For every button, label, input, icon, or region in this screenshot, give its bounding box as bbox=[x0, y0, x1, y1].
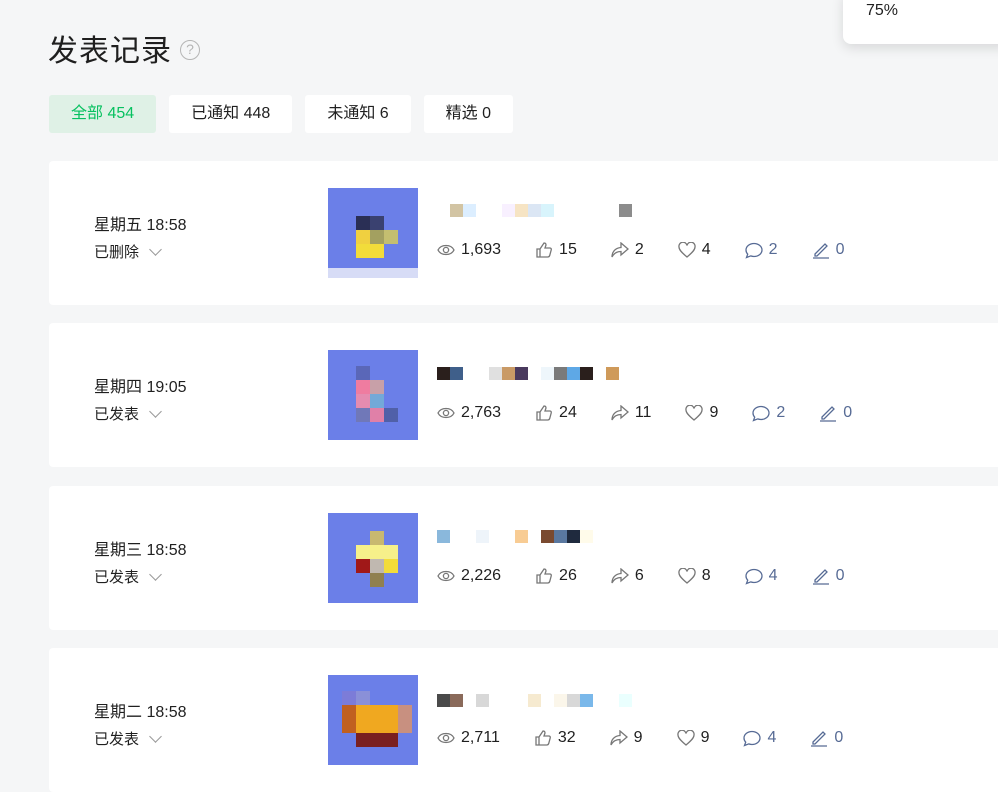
favorites-count: 9 bbox=[700, 729, 710, 746]
post-title[interactable] bbox=[437, 204, 632, 217]
post-title[interactable] bbox=[437, 694, 632, 707]
post-status-label: 已发表 bbox=[94, 406, 140, 423]
post-stats: 2,763 24 11 9 2 0 bbox=[437, 404, 886, 422]
eye-icon bbox=[437, 244, 455, 256]
notes-count: 0 bbox=[843, 404, 853, 421]
post-meta: 星期二 18:58 已发表 bbox=[94, 698, 187, 749]
post-status[interactable]: 已发表 bbox=[94, 403, 187, 424]
likes-count: 32 bbox=[557, 729, 576, 746]
views-count: 2,226 bbox=[461, 567, 502, 584]
comments-count: 2 bbox=[776, 404, 786, 421]
post-stats: 2,226 26 6 8 4 0 bbox=[437, 567, 878, 585]
share-icon bbox=[611, 568, 629, 584]
post-status-label: 已发表 bbox=[94, 569, 140, 586]
post-thumbnail[interactable] bbox=[328, 675, 418, 765]
views-count: 1,693 bbox=[461, 241, 502, 258]
chevron-down-icon bbox=[149, 242, 162, 256]
favorites-count: 9 bbox=[709, 404, 719, 421]
post-date: 星期二 18:58 bbox=[94, 704, 187, 721]
post-date: 星期五 18:58 bbox=[94, 217, 187, 234]
likes-count: 15 bbox=[559, 241, 577, 258]
shares-count: 2 bbox=[634, 241, 644, 258]
heart-icon bbox=[678, 568, 696, 584]
chevron-down-icon bbox=[149, 404, 162, 418]
comment-icon bbox=[745, 242, 763, 259]
pencil-icon bbox=[812, 569, 829, 585]
post-title[interactable] bbox=[437, 367, 619, 380]
comments-count: 2 bbox=[768, 241, 778, 258]
share-icon bbox=[611, 242, 629, 258]
views-count: 2,763 bbox=[461, 404, 502, 421]
post-stats: 1,693 15 2 4 2 0 bbox=[437, 241, 878, 259]
post-meta: 星期三 18:58 已发表 bbox=[94, 536, 187, 587]
favorites-count: 4 bbox=[701, 241, 711, 258]
post-status-label: 已删除 bbox=[94, 244, 140, 261]
post-card[interactable]: 星期二 18:58 已发表 2,711 32 9 9 4 0 bbox=[49, 648, 998, 792]
zoom-level: 75% bbox=[866, 2, 899, 19]
question-circle-icon[interactable]: ? bbox=[180, 40, 200, 60]
notes-count: 0 bbox=[834, 729, 844, 746]
comments-count: 4 bbox=[768, 567, 778, 584]
likes-count: 24 bbox=[559, 404, 577, 421]
thumbs-up-icon bbox=[536, 405, 552, 421]
pencil-icon bbox=[812, 243, 829, 259]
post-thumbnail[interactable] bbox=[328, 350, 418, 440]
post-title[interactable] bbox=[437, 530, 593, 543]
post-thumbnail[interactable] bbox=[328, 513, 418, 603]
views-count: 2,711 bbox=[461, 729, 500, 746]
chevron-down-icon bbox=[149, 729, 162, 743]
thumbs-up-icon bbox=[535, 730, 551, 746]
post-card[interactable]: 星期三 18:58 已发表 2,226 26 6 8 4 0 bbox=[49, 486, 998, 630]
tab-all[interactable]: 全部 454 bbox=[49, 95, 157, 133]
heart-icon bbox=[678, 242, 696, 258]
zoom-popup: 75% bbox=[843, 0, 998, 44]
notes-count: 0 bbox=[835, 241, 845, 258]
post-thumbnail[interactable] bbox=[328, 188, 418, 278]
eye-icon bbox=[437, 570, 455, 582]
likes-count: 26 bbox=[559, 567, 577, 584]
chevron-down-icon bbox=[149, 567, 162, 581]
tab-notified[interactable]: 已通知 448 bbox=[169, 95, 293, 133]
post-card[interactable]: 星期四 19:05 已发表 2,763 24 11 9 2 0 bbox=[49, 323, 998, 467]
filter-tabs: 全部 454 已通知 448 未通知 6 精选 0 bbox=[49, 95, 514, 133]
eye-icon bbox=[437, 732, 455, 744]
shares-count: 9 bbox=[633, 729, 643, 746]
post-status[interactable]: 已删除 bbox=[94, 241, 187, 262]
eye-icon bbox=[437, 407, 455, 419]
post-status[interactable]: 已发表 bbox=[94, 566, 187, 587]
comment-icon bbox=[752, 405, 771, 422]
pencil-icon bbox=[811, 731, 828, 747]
notes-count: 0 bbox=[835, 567, 845, 584]
post-stats: 2,711 32 9 9 4 0 bbox=[437, 729, 877, 747]
post-date: 星期四 19:05 bbox=[94, 379, 187, 396]
comment-icon bbox=[743, 730, 762, 747]
thumbs-up-icon bbox=[536, 568, 552, 584]
tab-featured[interactable]: 精选 0 bbox=[423, 95, 514, 133]
tab-not-notified[interactable]: 未通知 6 bbox=[305, 95, 411, 133]
heart-icon bbox=[676, 730, 695, 746]
pencil-icon bbox=[820, 406, 837, 422]
post-card[interactable]: 星期五 18:58 已删除 1,693 15 2 4 2 0 bbox=[49, 161, 998, 305]
share-icon bbox=[611, 405, 629, 421]
post-meta: 星期五 18:58 已删除 bbox=[94, 211, 187, 262]
heart-icon bbox=[685, 405, 704, 421]
shares-count: 6 bbox=[634, 567, 644, 584]
share-icon bbox=[610, 730, 628, 746]
post-meta: 星期四 19:05 已发表 bbox=[94, 373, 187, 424]
post-status[interactable]: 已发表 bbox=[94, 728, 187, 749]
comment-icon bbox=[745, 568, 763, 585]
comments-count: 4 bbox=[767, 729, 777, 746]
post-date: 星期三 18:58 bbox=[94, 542, 187, 559]
page-title: 发表记录 bbox=[48, 35, 172, 68]
page-header: 发表记录 ? bbox=[48, 26, 200, 70]
post-status-label: 已发表 bbox=[94, 731, 140, 748]
favorites-count: 8 bbox=[701, 567, 711, 584]
shares-count: 11 bbox=[634, 404, 652, 421]
thumbs-up-icon bbox=[536, 242, 552, 258]
